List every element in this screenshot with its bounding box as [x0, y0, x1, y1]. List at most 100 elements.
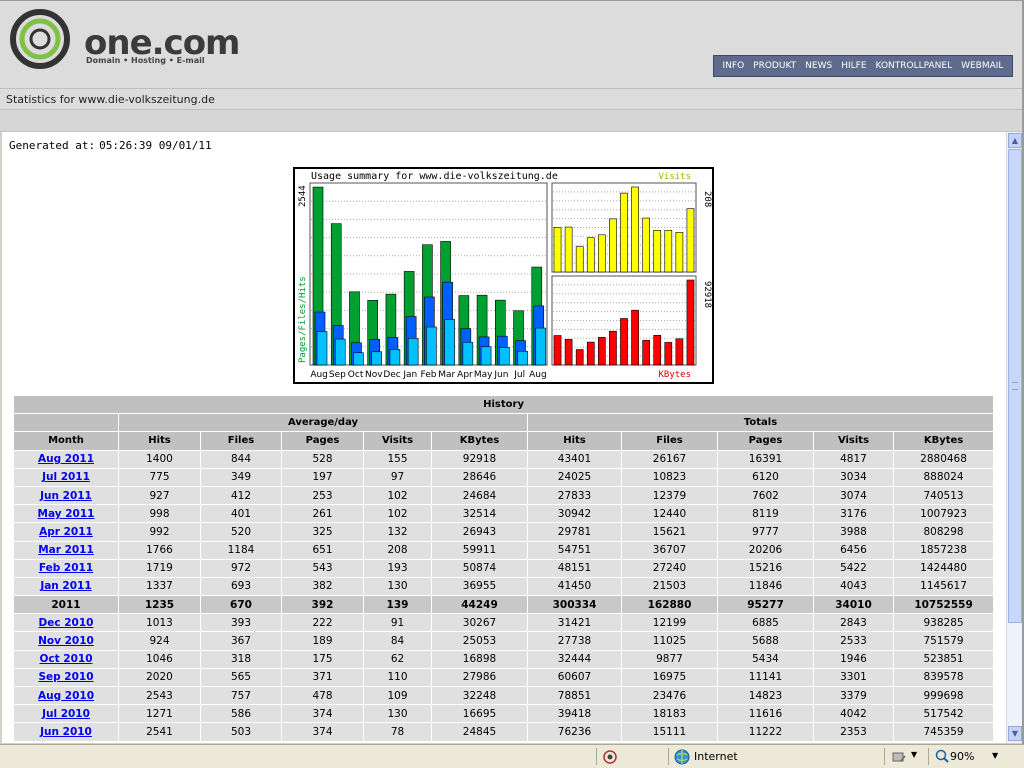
- history-cell: 9777: [717, 522, 814, 542]
- bar-visits: [675, 232, 684, 273]
- history-cell: 27738: [527, 631, 622, 651]
- privacy-eye-icon[interactable]: [602, 749, 618, 765]
- history-cell: 15216: [717, 558, 814, 578]
- month-link[interactable]: Mar 2011: [38, 544, 94, 556]
- month-link[interactable]: Feb 2011: [39, 562, 93, 574]
- history-row: Oct 2010 1046 318 175 62 16898 32444 9877 5434 19…: [13, 649, 995, 669]
- history-col-header: Month: [13, 431, 119, 451]
- history-column-headers: Month Hits Files Pages Visits KBytes Hits Files…: [13, 431, 995, 451]
- vertical-scrollbar[interactable]: ▲ ▼: [1006, 132, 1022, 743]
- hits-max-label: 2544: [298, 185, 308, 207]
- history-cell: 2843: [813, 613, 894, 633]
- history-cell: 693: [200, 576, 282, 597]
- history-row: Sep 2010 2020 565 371 110 27986 60607 16975 1114…: [13, 667, 995, 688]
- history-cell: 32444: [527, 649, 622, 669]
- history-cell: 78: [363, 722, 432, 742]
- history-cell: 775: [118, 467, 201, 487]
- status-divider: [928, 748, 929, 765]
- bar-pages: [517, 350, 528, 366]
- nav-webmail[interactable]: WEBMAIL: [961, 61, 1003, 71]
- history-cell: 34010: [813, 595, 894, 615]
- history-row: Mar 2011 1766 1184 651 208 59911 54751 36707 202…: [13, 540, 995, 560]
- month-link[interactable]: Jul 2011: [42, 471, 90, 483]
- x-tick-label: Oct: [348, 370, 364, 380]
- scroll-down-button[interactable]: ▼: [1008, 726, 1022, 741]
- bar-kbytes: [586, 341, 595, 366]
- scroll-thumb[interactable]: [1008, 149, 1022, 623]
- history-cell: 888024: [892, 467, 995, 487]
- history-cell: 999698: [892, 685, 995, 706]
- one-com-logo[interactable]: one.com Domain • Hosting • E-mail: [10, 9, 240, 69]
- history-cell: 670: [200, 595, 282, 615]
- month-link[interactable]: Aug 2010: [38, 690, 94, 702]
- bar-pages: [316, 331, 328, 366]
- bar-pages: [371, 351, 382, 366]
- scroll-up-button[interactable]: ▲: [1008, 133, 1022, 148]
- nav-news[interactable]: NEWS: [805, 61, 832, 71]
- history-cell: 3034: [813, 467, 894, 487]
- history-cell: 1337: [118, 576, 201, 597]
- month-link[interactable]: Jan 2011: [40, 580, 91, 592]
- zoom-dropdown-icon[interactable]: ▼: [992, 751, 998, 760]
- history-cell: 2533: [813, 631, 894, 651]
- nav-kontrollpanel[interactable]: KONTROLLPANEL: [876, 61, 953, 71]
- history-cell: 2543: [118, 685, 201, 706]
- history-cell: 11222: [717, 722, 814, 742]
- bar-visits: [564, 226, 573, 273]
- month-link[interactable]: Aug 2011: [38, 453, 94, 465]
- history-cell: 11141: [717, 667, 814, 688]
- bar-pages: [426, 326, 437, 366]
- history-cell: 7602: [717, 485, 814, 506]
- bar-visits: [620, 192, 628, 273]
- bar-pages: [444, 319, 455, 366]
- history-cell: 26167: [621, 449, 718, 469]
- history-row: Aug 2011 1400 844 528 155 92918 43401 26167 1639…: [13, 449, 995, 469]
- month-link[interactable]: Nov 2010: [38, 635, 94, 647]
- history-cell: 517542: [892, 704, 995, 724]
- month-link[interactable]: May 2011: [38, 508, 95, 520]
- history-cell: 318: [200, 649, 282, 669]
- history-cell: 1013: [118, 613, 201, 633]
- history-cell: 998: [118, 504, 201, 524]
- month-link[interactable]: Apr 2011: [39, 526, 93, 538]
- month-link[interactable]: Jun 2011: [40, 490, 92, 502]
- month-link[interactable]: Oct 2010: [39, 653, 92, 665]
- history-cell: 39418: [527, 704, 622, 724]
- history-cell: 543: [281, 558, 364, 578]
- nav-hilfe[interactable]: HILFE: [841, 61, 866, 71]
- zoom-magnifier-icon[interactable]: [935, 749, 949, 765]
- history-cell: 2880468: [892, 449, 995, 469]
- month-link[interactable]: Dec 2010: [39, 617, 94, 629]
- history-cell: 1007923: [892, 504, 995, 524]
- bar-visits: [609, 218, 617, 273]
- chart-title: Usage summary for www.die-volkszeitung.d…: [311, 171, 558, 182]
- history-cell: 751579: [892, 631, 995, 651]
- month-link[interactable]: Jul 2010: [42, 708, 90, 720]
- nav-produkt[interactable]: PRODUKT: [753, 61, 796, 71]
- history-cell: 11616: [717, 704, 814, 724]
- history-cell: 26943: [431, 522, 528, 542]
- history-cell: 520: [200, 522, 282, 542]
- bar-kbytes: [575, 349, 584, 366]
- history-cell: 261: [281, 504, 364, 524]
- bar-kbytes: [553, 335, 562, 366]
- history-month-cell: Jul 2010: [13, 704, 119, 724]
- month-link[interactable]: Sep 2010: [38, 671, 93, 683]
- history-cell: 2020: [118, 667, 201, 688]
- history-col-header: Files: [621, 431, 718, 451]
- bar-pages: [353, 352, 364, 366]
- history-col-header: Visits: [363, 431, 432, 451]
- month-link[interactable]: Jun 2010: [40, 726, 92, 738]
- protected-mode-dropdown-icon[interactable]: ▼: [911, 750, 917, 759]
- bar-kbytes: [675, 338, 684, 366]
- history-cell: 349: [200, 467, 282, 487]
- history-cell: 84: [363, 631, 432, 651]
- history-cell: 222: [281, 613, 364, 633]
- zoom-level[interactable]: 90%: [950, 750, 974, 763]
- history-cell: 1235: [118, 595, 201, 615]
- site-header: one.com Domain • Hosting • E-mail INFO P…: [0, 0, 1024, 88]
- history-cell: 565: [200, 667, 282, 688]
- history-month-cell: Feb 2011: [13, 558, 119, 578]
- nav-info[interactable]: INFO: [723, 61, 745, 71]
- protected-mode-icon[interactable]: [891, 750, 907, 764]
